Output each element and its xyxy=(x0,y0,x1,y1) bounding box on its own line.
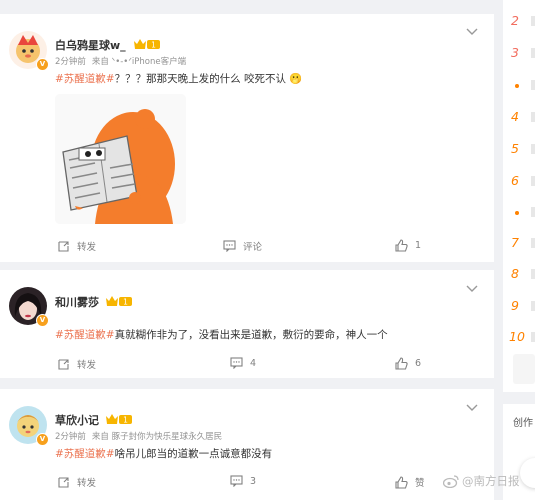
rank-item-truncated[interactable] xyxy=(531,144,535,154)
repost-button[interactable]: 转发 xyxy=(57,475,96,489)
rank-dot xyxy=(515,211,519,215)
repost-icon xyxy=(58,477,69,488)
rank-number: 7 xyxy=(511,235,519,250)
rank-number: 3 xyxy=(511,45,519,60)
comment-button[interactable]: 评论 xyxy=(223,239,262,253)
rank-item-truncated[interactable] xyxy=(531,48,535,58)
like-button[interactable]: 1 xyxy=(395,239,421,252)
post-text: #苏醒道歉#？？？那那天晚上发的什么 咬死不认 🫢 xyxy=(55,73,303,85)
watermark: @南方日报 xyxy=(443,473,520,489)
hot-search-sidebar: 2 3 4 5 6 7 8 9 10 xyxy=(503,0,535,392)
repost-button[interactable]: 转发 xyxy=(57,357,96,371)
rank-item-truncated[interactable] xyxy=(531,238,535,248)
post-meta: 2分钟前 来自 豚子封你为快乐星球永久居民 xyxy=(55,430,222,442)
topic-link[interactable]: #苏醒道歉# xyxy=(55,329,115,341)
rank-item-truncated[interactable] xyxy=(531,301,535,311)
username[interactable]: 白乌鸦星球w_ xyxy=(55,37,126,53)
post-source: 来自 豚子封你为快乐星球永久居民 xyxy=(91,432,223,442)
rank-dot xyxy=(515,84,519,88)
rank-item-truncated[interactable] xyxy=(531,332,535,342)
emoji: 🫢 xyxy=(288,73,303,85)
repost-icon xyxy=(58,359,69,370)
post-card: V 草欣小记 1 2分钟前 来自 豚子封你为快乐星球永久居民 #苏醒道歉#啥吊儿郎… xyxy=(0,389,494,500)
svg-text:1: 1 xyxy=(123,416,128,425)
post-image[interactable] xyxy=(55,94,186,224)
member-badge-icon[interactable]: 1 xyxy=(105,295,133,307)
rank-item-truncated[interactable] xyxy=(531,112,535,122)
comment-icon xyxy=(230,357,243,369)
rank-number: 4 xyxy=(511,109,519,124)
post-time[interactable]: 2分钟前 xyxy=(55,432,86,442)
chevron-down-icon[interactable] xyxy=(466,285,478,293)
comment-icon xyxy=(223,240,236,252)
rank-item-truncated[interactable] xyxy=(531,269,535,279)
rank-item-truncated[interactable] xyxy=(531,16,535,26)
member-badge-icon[interactable]: 1 xyxy=(105,413,133,425)
rank-item-truncated[interactable] xyxy=(531,176,535,186)
comment-icon xyxy=(230,475,243,487)
post-text: #苏醒道歉#真就糊作非为了，没看出来是道歉，敷衍的要命，神人一个 xyxy=(55,329,388,341)
creator-card-title: 创作 xyxy=(513,418,533,429)
post-card: V 和川雾莎 1 #苏醒道歉#真就糊作非为了，没看出来是道歉，敷衍的要命，神人一… xyxy=(0,270,494,378)
post-actions: 转发 4 6 xyxy=(0,352,494,376)
svg-text:1: 1 xyxy=(123,298,128,307)
weibo-logo-icon xyxy=(443,474,459,488)
post-actions: 转发 3 赞 xyxy=(0,471,494,495)
repost-icon xyxy=(58,241,69,252)
post-time[interactable]: 2分钟前 xyxy=(55,57,86,67)
rank-number: 8 xyxy=(511,266,519,281)
sidebar-more-button[interactable] xyxy=(513,354,535,384)
topic-link[interactable]: #苏醒道歉# xyxy=(55,448,115,460)
avatar[interactable]: V xyxy=(9,31,49,71)
thumbs-up-icon xyxy=(395,239,408,252)
topic-link[interactable]: #苏醒道歉# xyxy=(55,73,115,85)
member-badge-icon[interactable]: 1 xyxy=(133,38,161,50)
post-source: 来自 ᐠ•-•ᐟiPhone客户端 xyxy=(91,57,187,67)
like-button[interactable]: 赞 xyxy=(395,475,425,489)
rank-number: 9 xyxy=(511,298,519,313)
avatar[interactable]: V xyxy=(9,287,49,327)
username[interactable]: 和川雾莎 xyxy=(55,294,99,310)
avatar[interactable]: V xyxy=(9,406,49,446)
chevron-down-icon[interactable] xyxy=(466,404,478,412)
thumbs-up-icon xyxy=(395,475,408,489)
like-button[interactable]: 6 xyxy=(395,357,421,370)
comment-button[interactable]: 4 xyxy=(230,357,256,369)
svg-text:1: 1 xyxy=(151,41,156,50)
rank-item-truncated[interactable] xyxy=(531,80,535,90)
chevron-down-icon[interactable] xyxy=(466,28,478,36)
rank-number: 5 xyxy=(511,141,519,156)
rank-number: 10 xyxy=(509,329,525,344)
thumbs-up-icon xyxy=(395,357,408,370)
post-card: V 白乌鸦星球w_ 1 2分钟前 来自 ᐠ•-•ᐟiPhone客户端 #苏醒道歉#… xyxy=(0,14,494,262)
rank-item-truncated[interactable] xyxy=(531,207,535,217)
post-meta: 2分钟前 来自 ᐠ•-•ᐟiPhone客户端 xyxy=(55,55,186,67)
username[interactable]: 草欣小记 xyxy=(55,412,99,428)
post-text: #苏醒道歉#啥吊儿郎当的道歉一点诚意都没有 xyxy=(55,448,273,460)
rank-number: 2 xyxy=(511,13,519,28)
repost-button[interactable]: 转发 xyxy=(57,239,96,253)
post-actions: 转发 评论 1 xyxy=(0,234,494,258)
comment-button[interactable]: 3 xyxy=(230,475,256,487)
rank-number: 6 xyxy=(511,173,519,188)
